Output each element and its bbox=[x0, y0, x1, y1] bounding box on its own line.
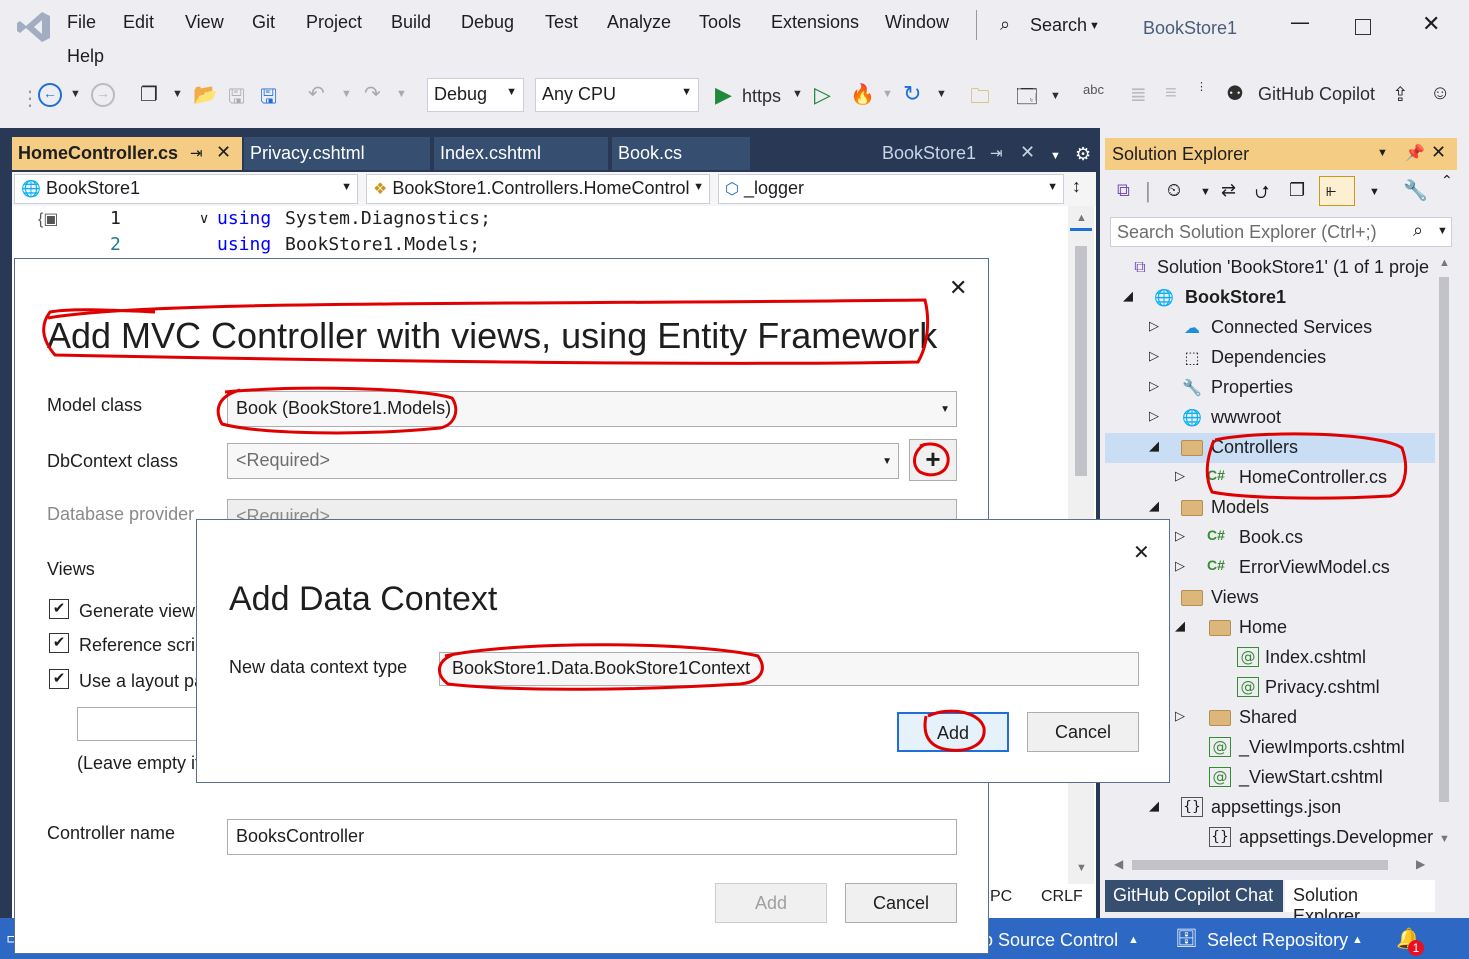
annotation-add-button-outline bbox=[923, 709, 986, 752]
annotation-data-context-outline bbox=[438, 643, 764, 691]
annotation-title-outline bbox=[42, 298, 930, 365]
annotation-plus-button-outline bbox=[913, 442, 950, 477]
annotation-controllers-outline bbox=[1205, 432, 1407, 500]
annotation-model-class-outline bbox=[216, 386, 458, 435]
annotation-layer bbox=[42, 298, 1407, 752]
